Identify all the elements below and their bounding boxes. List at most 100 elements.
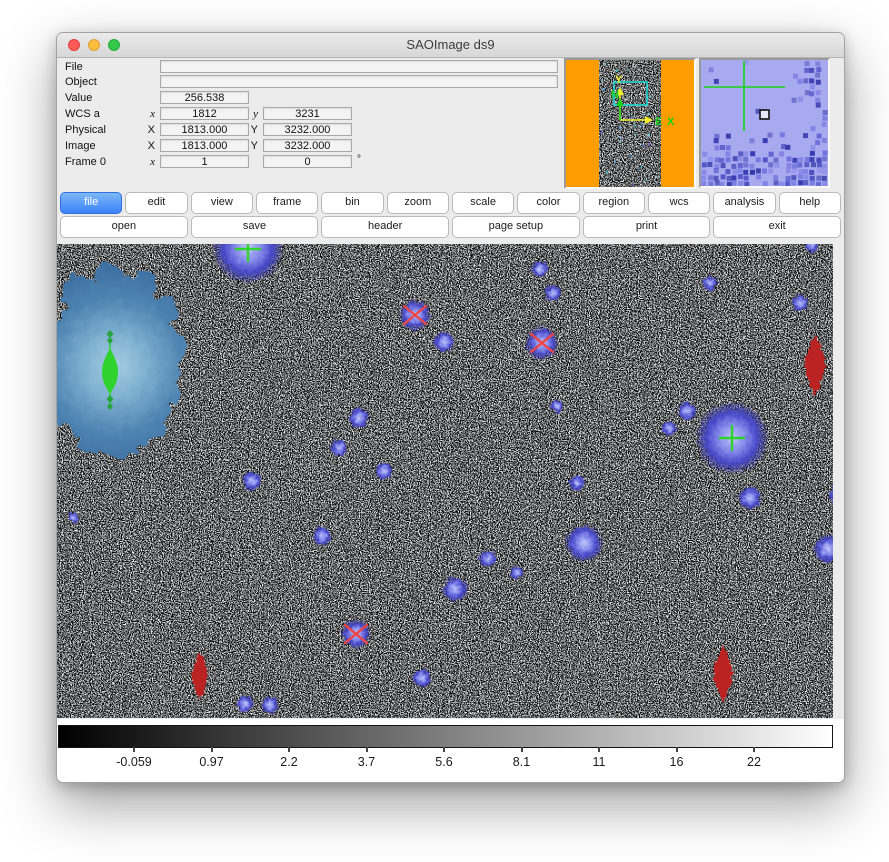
colorbar-strip: -0.059 0.97 2.2 3.7 5.6 8.1 11 16 22 xyxy=(57,719,844,782)
star-blob xyxy=(738,486,762,510)
menu-bar: file edit view frame bin zoom scale colo… xyxy=(57,192,844,214)
file-exit-button[interactable]: exit xyxy=(713,216,841,238)
wcs-y-field[interactable]: 3231 xyxy=(263,107,352,120)
colorbar-tick xyxy=(443,747,445,752)
wcs-x-label: x xyxy=(143,108,155,120)
colorbar-tick-label: 22 xyxy=(747,755,761,769)
file-label: File xyxy=(65,61,83,73)
star-blob xyxy=(479,550,497,568)
menu-scale[interactable]: scale xyxy=(452,192,514,214)
frame-x-label: x xyxy=(143,156,155,168)
colorbar-tick-label: 0.97 xyxy=(199,755,223,769)
menu-analysis[interactable]: analysis xyxy=(713,192,775,214)
menu-file[interactable]: file xyxy=(60,192,122,214)
image-y-field[interactable]: 3232.000 xyxy=(263,139,352,152)
star-blob xyxy=(261,696,279,714)
colorbar-tick-label: 2.2 xyxy=(280,755,297,769)
colorbar-tick-label: 11 xyxy=(593,755,606,769)
star-blob xyxy=(661,420,677,436)
colorbar-tick-label: 3.7 xyxy=(358,755,375,769)
star-blob xyxy=(412,668,432,688)
physical-y-field[interactable]: 3232.000 xyxy=(263,123,352,136)
star-blob xyxy=(531,260,549,278)
physical-x-label: X xyxy=(143,124,155,136)
menu-edit[interactable]: edit xyxy=(125,192,187,214)
file-header-button[interactable]: header xyxy=(321,216,449,238)
degree-symbol: ° xyxy=(357,154,361,165)
magnifier-cursor-box-icon xyxy=(760,110,769,119)
frame-zoom-field[interactable]: 1 xyxy=(160,155,249,168)
physical-label: Physical xyxy=(65,124,106,136)
magnifier-canvas[interactable] xyxy=(701,60,828,186)
window-title: SAOImage ds9 xyxy=(406,37,494,52)
star-blob xyxy=(375,462,393,480)
menu-frame[interactable]: frame xyxy=(256,192,318,214)
colorbar-tick-label: 8.1 xyxy=(513,755,530,769)
star-blob xyxy=(510,566,524,580)
file-save-button[interactable]: save xyxy=(191,216,319,238)
physical-x-field[interactable]: 1813.000 xyxy=(160,123,249,136)
menu-zoom[interactable]: zoom xyxy=(387,192,449,214)
colorbar-tick xyxy=(521,747,523,752)
colorbar-tick xyxy=(366,747,368,752)
panner-widget[interactable]: Y N E X xyxy=(564,58,696,189)
panner-canvas[interactable]: Y N E X xyxy=(566,60,694,187)
colorbar-tick xyxy=(753,747,755,752)
menu-help[interactable]: help xyxy=(779,192,841,214)
image-canvas[interactable] xyxy=(57,244,833,718)
file-page-setup-button[interactable]: page setup xyxy=(452,216,580,238)
menu-region[interactable]: region xyxy=(583,192,645,214)
colorbar-tick xyxy=(598,747,600,752)
star-blob xyxy=(236,695,254,713)
image-x-label: X xyxy=(143,140,155,152)
file-open-button[interactable]: open xyxy=(60,216,188,238)
star-blob xyxy=(442,576,468,602)
image-y-label: Y xyxy=(246,140,258,152)
star-blob xyxy=(68,512,80,524)
star-blob xyxy=(312,526,332,546)
title-bar: SAOImage ds9 xyxy=(57,33,844,58)
panner-y-label: Y xyxy=(615,74,623,86)
colorbar-tick-label: 5.6 xyxy=(435,755,452,769)
star-blob xyxy=(565,524,603,562)
frame-rotate-field[interactable]: 0 xyxy=(263,155,352,168)
close-button[interactable] xyxy=(68,39,80,51)
star-blob xyxy=(433,331,455,353)
object-field[interactable] xyxy=(160,75,558,88)
star-blob xyxy=(569,475,585,491)
star-blob xyxy=(550,399,564,413)
file-submenu-bar: open save header page setup print exit xyxy=(57,216,844,238)
colorbar-tick-label: -0.059 xyxy=(116,755,151,769)
star-blob xyxy=(242,471,262,491)
star-blob xyxy=(791,294,809,312)
menu-color[interactable]: color xyxy=(517,192,579,214)
minimize-button[interactable] xyxy=(88,39,100,51)
file-field[interactable] xyxy=(160,60,558,73)
colorbar-tick-label: 16 xyxy=(670,755,684,769)
window-content: File Object Value 256.538 WCS a x 1812 y… xyxy=(57,58,844,782)
menu-wcs[interactable]: wcs xyxy=(648,192,710,214)
menu-view[interactable]: view xyxy=(191,192,253,214)
colorbar-tick xyxy=(676,747,678,752)
menu-bin[interactable]: bin xyxy=(321,192,383,214)
magnifier-widget[interactable] xyxy=(699,58,830,188)
star-blob xyxy=(330,439,348,457)
image-x-field[interactable]: 1813.000 xyxy=(160,139,249,152)
wcs-label: WCS a xyxy=(65,108,100,120)
wcs-x-field[interactable]: 1812 xyxy=(160,107,249,120)
panner-x-label: X xyxy=(667,116,675,128)
star-blob xyxy=(677,401,697,421)
object-label: Object xyxy=(65,76,97,88)
image-label: Image xyxy=(65,140,96,152)
file-print-button[interactable]: print xyxy=(583,216,711,238)
value-field[interactable]: 256.538 xyxy=(160,91,249,104)
panner-n-label: N xyxy=(611,89,619,101)
panner-e-label: E xyxy=(655,116,662,128)
star-blob xyxy=(544,284,562,302)
colorbar-gradient[interactable] xyxy=(58,725,833,748)
zoom-button[interactable] xyxy=(108,39,120,51)
value-label: Value xyxy=(65,92,92,104)
physical-y-label: Y xyxy=(246,124,258,136)
colorbar-tick xyxy=(133,747,135,752)
wcs-y-label: y xyxy=(246,108,258,120)
